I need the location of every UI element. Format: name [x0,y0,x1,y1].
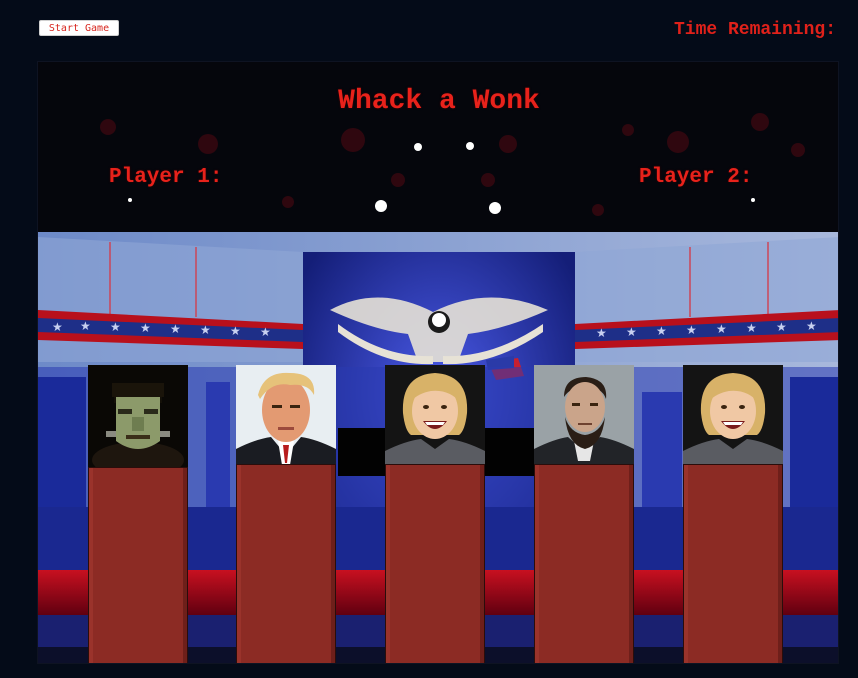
player1-score-label: Player 1: [109,166,223,189]
player2-score-label: Player 2: [639,166,753,189]
svg-text:★: ★ [716,322,727,336]
page: Start Game Time Remaining: ★ ★ ★ ★ ★ ★ ★… [0,0,858,678]
hillary-icon [385,365,485,465]
svg-text:★: ★ [52,320,63,334]
svg-text:★: ★ [140,321,151,335]
svg-text:★: ★ [746,321,757,335]
wonk-hole-2[interactable] [236,365,336,465]
svg-text:★: ★ [806,319,817,333]
svg-text:★: ★ [200,323,211,337]
lincoln-icon [534,365,634,465]
pillar-1 [88,467,188,663]
pillar-3 [385,464,485,663]
svg-text:★: ★ [260,325,271,339]
game-title: Whack a Wonk [338,86,540,117]
trump-icon [236,365,336,465]
svg-text:★: ★ [110,320,121,334]
svg-text:★: ★ [656,324,667,338]
svg-text:★: ★ [230,324,241,338]
wonk-hole-4[interactable] [534,365,634,465]
svg-text:★: ★ [686,323,697,337]
wonk-hole-5[interactable] [683,365,783,465]
frankenstein-icon [88,365,188,469]
svg-text:★: ★ [776,320,787,334]
hillary-icon [683,365,783,465]
pillar-5 [683,464,783,663]
svg-text:★: ★ [626,325,637,339]
wonk-hole-1[interactable] [88,365,188,469]
game-stage: ★ ★ ★ ★ ★ ★ ★ ★ ★ ★ ★ ★ ★ ★ ★ ★ Whack a … [37,61,839,664]
svg-text:★: ★ [596,326,607,340]
start-game-button[interactable]: Start Game [39,20,119,36]
pillar-2 [236,464,336,663]
svg-text:★: ★ [170,322,181,336]
wonk-hole-3[interactable] [385,365,485,465]
svg-text:★: ★ [80,319,91,333]
pillar-4 [534,464,634,663]
time-remaining-label: Time Remaining: [673,20,836,40]
